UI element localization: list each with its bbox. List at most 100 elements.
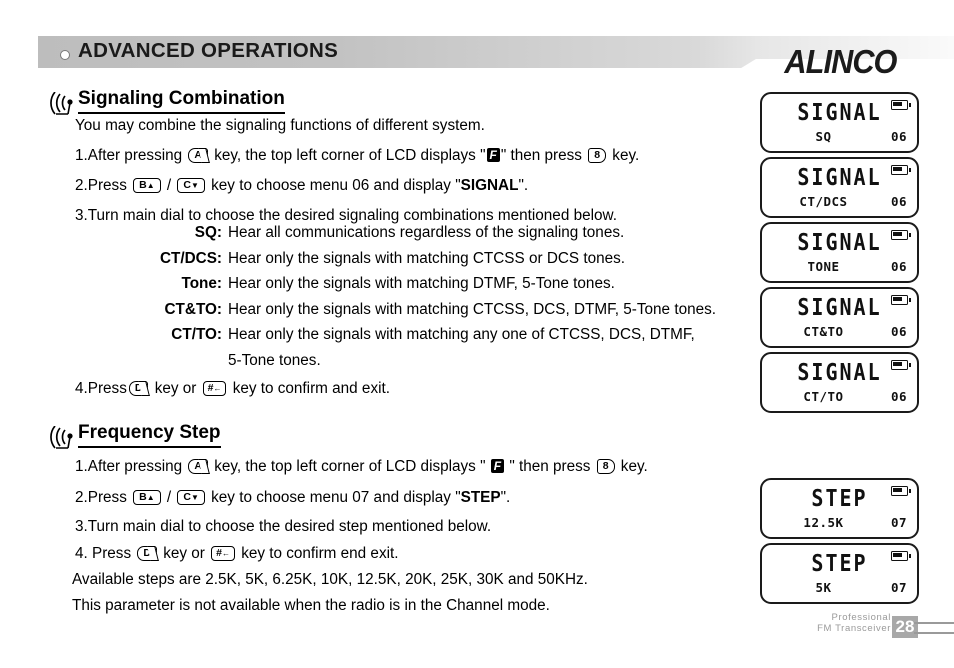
- page-title: ADVANCED OPERATIONS: [78, 39, 339, 62]
- step-3-signaling: 3.Turn main dial to choose the desired s…: [75, 207, 617, 224]
- definition-desc: Hear only the signals with matching DTMF…: [228, 275, 615, 293]
- lcd-menu-number: 06: [890, 259, 907, 274]
- key-c-label: C: [183, 179, 191, 191]
- lcd-main-text: STEP: [811, 484, 868, 512]
- step-4-text-b: key or: [154, 380, 197, 397]
- key-a[interactable]: A: [188, 148, 208, 163]
- definition-row: CT&TO: Hear only the signals with matchi…: [62, 301, 762, 319]
- lcd-panel: SIGNAL SQ 06: [760, 92, 919, 153]
- step-1-frequency: 1.After pressing A key, the top left cor…: [75, 459, 648, 474]
- channel-mode-note: This parameter is not available when the…: [72, 597, 550, 614]
- step-3-frequency: 3.Turn main dial to choose the desired s…: [75, 518, 492, 535]
- step-1-text-b: key, the top left corner of LCD displays…: [214, 458, 486, 475]
- step-2-signaling: 2.Press B▲ / C▼ key to choose menu 06 an…: [75, 178, 528, 193]
- lcd-sub-text: 5K: [815, 580, 832, 595]
- step-4-text-c: key to confirm and exit.: [232, 380, 390, 397]
- step-2-bold: SIGNAL: [460, 177, 519, 194]
- step-2-text-c: ".: [518, 177, 529, 194]
- step-2-text-a: 2.Press: [75, 489, 127, 506]
- definition-row: Tone: Hear only the signals with matchin…: [62, 275, 762, 293]
- key-c-down[interactable]: C▼: [177, 178, 205, 193]
- key-hash-enter[interactable]: #←: [202, 381, 227, 396]
- definition-term: CT/DCS:: [159, 249, 222, 267]
- lcd-panel: SIGNAL CT/DCS 06: [760, 157, 919, 218]
- lcd-menu-number: 06: [890, 389, 907, 404]
- header-banner-tail: [698, 36, 758, 68]
- definition-term: Tone:: [181, 275, 223, 293]
- step-1-text-c: " then press: [509, 458, 591, 475]
- key-c-down[interactable]: C▼: [177, 490, 205, 505]
- lcd-menu-number: 06: [890, 194, 907, 209]
- key-b-label: B: [139, 491, 147, 503]
- lcd-main-text: STEP: [811, 549, 868, 577]
- step-1-text-b: key, the top left corner of LCD displays…: [214, 147, 486, 164]
- key-hash-enter[interactable]: #←: [211, 546, 235, 561]
- lcd-sub-text: CT/TO: [803, 389, 844, 404]
- key-c-label: C: [183, 491, 191, 503]
- radio-wave-icon: [50, 92, 73, 115]
- footer-line-1: Professional: [831, 612, 891, 623]
- footer-rule-top: [914, 622, 954, 624]
- step-1-text-a: 1.After pressing: [75, 458, 183, 475]
- down-arrow-icon: ▼: [190, 493, 199, 502]
- section-heading-label: Signaling Combination: [78, 88, 285, 114]
- lcd-menu-number: 06: [890, 129, 907, 144]
- page-number: 28: [892, 616, 918, 638]
- step-1-text-c: " then press: [500, 147, 582, 164]
- function-key-icon: F: [486, 148, 500, 162]
- definition-continuation: 5-Tone tones.: [228, 351, 321, 369]
- definition-desc: Hear only the signals with matching CTCS…: [228, 300, 716, 318]
- step-4-signaling: 4.Press D key or #← key to confirm and ex…: [75, 381, 390, 396]
- lcd-sub-text: SQ: [815, 129, 832, 144]
- definition-row: SQ: Hear all communications regardless o…: [62, 224, 762, 242]
- step-1-text-d: key.: [612, 147, 640, 164]
- definition-row: CT/DCS: Hear only the signals with match…: [62, 250, 762, 268]
- lcd-sub-text: CT&TO: [803, 324, 844, 339]
- step-2-slash: /: [166, 177, 172, 194]
- return-arrow-icon: ←: [221, 549, 230, 558]
- key-d[interactable]: D: [128, 381, 149, 396]
- return-arrow-icon: ←: [213, 384, 222, 393]
- key-b-label: B: [139, 179, 147, 191]
- intro-text: You may combine the signaling functions …: [75, 117, 485, 134]
- step-4-frequency: 4. Press D key or #← key to confirm end …: [75, 546, 399, 561]
- definition-row: CT/TO: Hear only the signals with matchi…: [62, 326, 762, 344]
- key-8[interactable]: 8: [596, 459, 615, 474]
- key-d[interactable]: D: [137, 546, 157, 561]
- step-2-text-b: key to choose menu 06 and display ": [211, 177, 461, 194]
- lcd-panel: SIGNAL CT/TO 06: [760, 352, 919, 413]
- step-2-text-b: key to choose menu 07 and display ": [211, 489, 461, 506]
- lcd-menu-number: 07: [890, 580, 907, 595]
- alinco-logo: ALINCO: [783, 43, 897, 80]
- step-4-text-c: key to confirm end exit.: [241, 545, 399, 562]
- available-steps-text: Available steps are 2.5K, 5K, 6.25K, 10K…: [72, 571, 588, 588]
- section-heading-label: Frequency Step: [78, 422, 221, 448]
- lcd-menu-number: 07: [890, 515, 907, 530]
- step-4-text-b: key or: [163, 545, 205, 562]
- step-2-slash: /: [166, 489, 172, 506]
- step-2-bold: STEP: [460, 489, 501, 506]
- down-arrow-icon: ▼: [190, 181, 199, 190]
- key-a[interactable]: A: [188, 459, 208, 474]
- lcd-menu-number: 06: [890, 324, 907, 339]
- step-2-text-a: 2.Press: [75, 177, 127, 194]
- lcd-panel: SIGNAL TONE 06: [760, 222, 919, 283]
- definition-term: CT&TO:: [164, 300, 223, 318]
- lcd-main-text: SIGNAL: [797, 228, 882, 256]
- circle-bullet-icon: [60, 50, 70, 60]
- lcd-sub-text: TONE: [807, 259, 840, 274]
- definition-term: SQ:: [194, 224, 222, 241]
- key-b-up[interactable]: B▲: [133, 490, 161, 505]
- key-8[interactable]: 8: [588, 148, 607, 163]
- step-2-text-c: ".: [500, 489, 511, 506]
- footer-text: Professional FM Transceiver: [817, 612, 891, 634]
- signaling-definitions: SQ: Hear all communications regardless o…: [62, 224, 762, 370]
- key-b-up[interactable]: B▲: [133, 178, 161, 193]
- definition-desc: Hear all communications regardless of th…: [228, 224, 625, 241]
- lcd-panel: STEP 5K 07: [760, 543, 919, 604]
- step-1-text-a: 1.After pressing: [75, 147, 183, 164]
- footer-rule-bottom: [914, 632, 954, 634]
- step-1-text-d: key.: [620, 458, 648, 475]
- lcd-main-text: SIGNAL: [797, 358, 882, 386]
- definition-desc: Hear only the signals with matching CTCS…: [228, 249, 626, 267]
